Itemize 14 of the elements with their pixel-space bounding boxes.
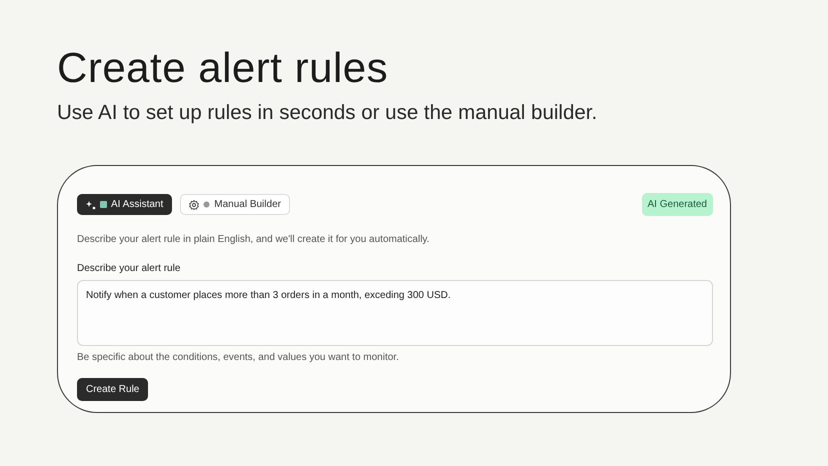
- page-subheading: Use AI to set up rules in seconds or use the manual builder.: [57, 100, 598, 126]
- rule-input-field[interactable]: Notify when a customer places more than 3 orders in a month, exceding 300 USD.: [77, 280, 713, 346]
- sparkle-icon: [86, 200, 96, 210]
- description-text: Describe your alert rule in plain English, and we'll create it for you automatically.: [77, 233, 430, 248]
- square-icon: [100, 201, 107, 208]
- gear-icon: [189, 200, 200, 210]
- status-badge: AI Generated: [642, 193, 713, 216]
- tab[interactable]: Manual Builder: [180, 194, 290, 216]
- circle-icon: [203, 201, 210, 208]
- field-label: Describe your alert rule: [77, 262, 182, 276]
- page-heading: Create alert rules: [57, 44, 390, 92]
- tab[interactable]: AI Assistant: [77, 194, 172, 216]
- create-rule-button[interactable]: Create Rule: [77, 378, 148, 402]
- hint-text: Be specific about the conditions, events, and values you want to monitor.: [77, 351, 400, 366]
